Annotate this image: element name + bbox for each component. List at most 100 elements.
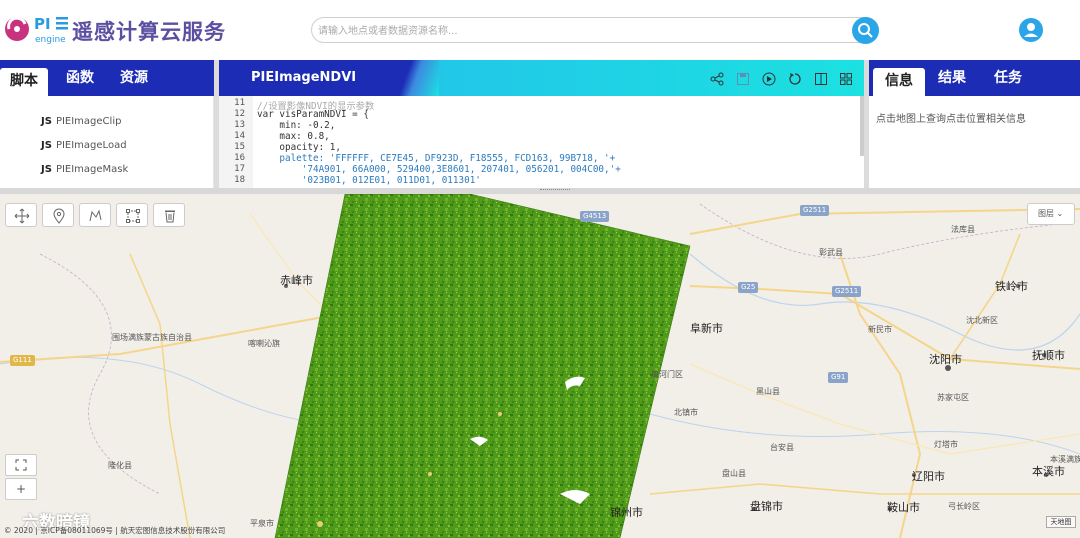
map-label: 彰武县 [819,248,843,257]
map-label: 辽阳市 [912,470,945,483]
list-item[interactable]: JS PIEImageLoad [41,140,127,151]
splitter-grip[interactable] [540,189,570,192]
delete-button[interactable] [153,203,185,227]
tab-functions[interactable]: 函数 [58,60,102,96]
code-line: palette: 'FFFFFF, CE7E45, DF923D, F18555… [257,153,616,164]
location-pin-icon [53,208,65,224]
run-icon[interactable] [762,72,776,86]
map-label: 法库县 [951,225,975,234]
map-label: 沈北新区 [966,316,998,325]
top-header: PI engine 遥感计算云服务 [0,0,1080,60]
map-label: 苏家屯区 [937,393,969,402]
map-label: 弓长岭区 [948,502,980,511]
line-number: 16 [234,153,245,163]
info-hint: 点击地图上查询点击位置相关信息 [876,114,1026,125]
svg-text:PI: PI [34,15,51,33]
map-label: 围场满族蒙古族自治县 [112,333,192,342]
code-line: '74A901, 66A000, 529400,3E8601, 207401, … [257,164,621,175]
search-button[interactable] [852,17,879,44]
map-label: 本溪市 [1032,465,1065,478]
left-tab-bar: 脚本 函数 资源 [0,60,214,96]
basemap [0,194,1080,538]
search-box[interactable] [311,17,879,44]
trash-icon [165,210,175,223]
map-label: 灯塔市 [934,440,958,449]
map-label: 黑山县 [756,387,780,396]
map-label: 清河门区 [651,370,683,379]
js-badge: JS [41,116,52,127]
chevron-down-icon: ⌄ [1056,209,1064,218]
line-number: 14 [234,131,245,141]
copyright: © 2020 | 京ICP备08011069号 | 航天宏图信息技术股份有限公司 [4,526,226,535]
layout-icon[interactable] [839,72,853,86]
script-name: PIEImageMask [55,164,129,175]
road-shield: G4513 [580,211,610,222]
road-shield: G111 [10,355,35,366]
search-input[interactable] [318,22,838,40]
reset-icon[interactable] [788,72,802,86]
line-number: 11 [234,98,245,108]
pan-button[interactable] [5,203,37,227]
editor-toolbar: PIEImageNDVI [219,60,864,96]
tab-tasks[interactable]: 任务 [987,60,1029,96]
tab-info[interactable]: 信息 [873,68,925,96]
script-title: PIEImageNDVI [251,70,357,85]
save-icon[interactable] [736,72,750,86]
code-line: opacity: 1, [257,142,341,153]
road-shield: G2511 [832,286,862,297]
code-line: '023B01, 012E01, 011D01, 011301' [257,175,481,186]
tab-resources[interactable]: 资源 [112,60,156,96]
fullscreen-icon [15,459,27,471]
fullscreen-button[interactable] [5,454,37,476]
js-badge: JS [41,164,52,175]
map-label: 平泉市 [250,519,274,528]
line-number: 12 [234,109,245,119]
search-icon [858,23,873,38]
marker-button[interactable] [42,203,74,227]
info-panel: 点击地图上查询点击位置相关信息 [869,96,1080,188]
layer-label: 图层 [1038,209,1054,218]
script-name: PIEImageClip [55,116,122,127]
map-label: 抚顺市 [1032,349,1065,362]
line-number: 18 [234,175,245,185]
map-label: 新民市 [868,325,892,334]
map-view[interactable]: 赤峰市 围场满族蒙古族自治县 喀喇沁旗 隆化县 平泉市 法库县 彰武县 铁岭市 … [0,194,1080,538]
road-shield: G91 [828,372,849,383]
map-label: 盘山县 [722,469,746,478]
map-provider-logo: 天地图 [1046,516,1076,528]
pie-engine-logo[interactable]: PI engine [4,12,70,46]
map-label: 锦州市 [610,506,643,519]
code-editor[interactable]: 11 12 13 14 15 16 17 18 //设置影像NDVI的显示参数 … [219,96,864,188]
list-item[interactable]: JS PIEImageMask [41,164,128,175]
map-label: 北镇市 [674,408,698,417]
user-avatar[interactable] [1019,18,1043,42]
split-icon[interactable] [814,72,828,86]
map-label: 隆化县 [108,461,132,470]
layer-button[interactable]: 图层 ⌄ [1027,203,1075,225]
code-line: min: -0.2, [257,120,336,131]
map-label: 赤峰市 [280,274,313,287]
list-item[interactable]: JS PIEImageClip [41,116,121,127]
share-icon[interactable] [710,72,724,86]
line-number: 15 [234,142,245,152]
map-label: 鞍山市 [887,501,920,514]
zoom-in-button[interactable]: + [5,478,37,500]
road-shield: G2511 [800,205,830,216]
line-number: 17 [234,164,245,174]
map-label: 阜新市 [690,322,723,335]
script-name: PIEImageLoad [55,140,127,151]
tab-scripts[interactable]: 脚本 [0,68,48,96]
polyline-icon [89,209,102,222]
js-badge: JS [41,140,52,151]
road-shield: G25 [738,282,759,293]
tab-results[interactable]: 结果 [931,60,973,96]
code-line: max: 0.8, [257,131,330,142]
brand-name: 遥感计算云服务 [72,20,226,44]
map-label: 铁岭市 [995,280,1028,293]
script-list: JS PIEImageClip JS PIEImageLoad JS PIEImage… [0,96,214,188]
map-label: 沈阳市 [929,353,962,366]
polyline-button[interactable] [79,203,111,227]
map-label: 本溪满族自治县 [1050,455,1080,464]
rectangle-button[interactable] [116,203,148,227]
line-number: 13 [234,120,245,130]
